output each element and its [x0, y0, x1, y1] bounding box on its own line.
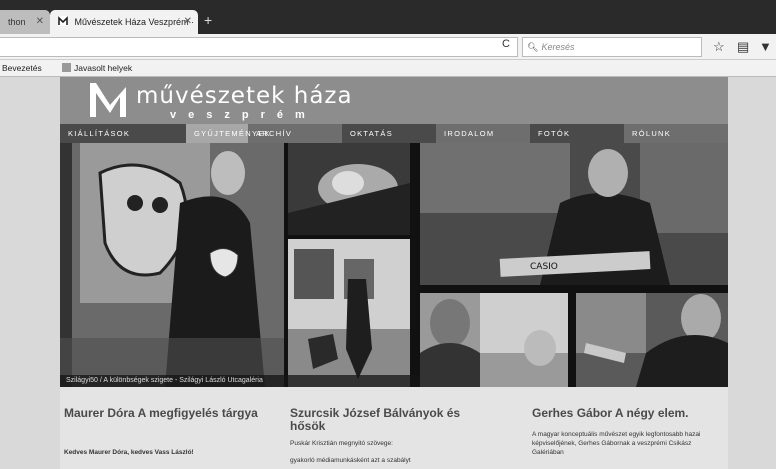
site-header: művészetek háza veszprém — [60, 77, 728, 124]
article-gerhes[interactable]: Gerhes Gábor A négy elem. A magyar konce… — [532, 407, 712, 457]
logo-title: művészetek háza — [136, 83, 353, 109]
url-bar[interactable] — [0, 37, 518, 57]
article-excerpt: Puskár Krisztián megnyitó szövege: — [290, 440, 393, 447]
bookmark-item[interactable]: Javasolt helyek — [62, 63, 132, 73]
page-content: művészetek háza veszprém KIÁLLÍTÁSOK GYŰ… — [0, 77, 776, 469]
search-placeholder: Keresés — [541, 42, 575, 52]
bookmark-star-icon[interactable]: ☆ — [713, 39, 725, 55]
photo-couple[interactable] — [420, 293, 568, 387]
tab-inactive[interactable]: thon ✕ — [0, 10, 50, 34]
menu-item-archiv[interactable]: ARCHÍV — [248, 124, 342, 143]
search-icon: 🔍︎ — [527, 42, 539, 52]
folder-icon — [62, 63, 71, 72]
menu-item-fotok[interactable]: FOTÓK — [530, 124, 624, 143]
search-input[interactable]: 🔍︎ Keresés — [522, 37, 702, 57]
photo-keyboard-player[interactable]: CASIO — [420, 143, 728, 285]
photo-grid: CASIO Szilágyi50 / A különbségek szigete… — [60, 143, 728, 387]
site-container: művészetek háza veszprém KIÁLLÍTÁSOK GYŰ… — [60, 77, 728, 469]
reload-icon[interactable]: C — [502, 38, 510, 50]
bookmark-item[interactable]: Bevezetés — [2, 63, 42, 73]
logo-icon[interactable] — [90, 83, 126, 117]
menu-item-gyujtemenyek[interactable]: GYŰJTEMÉNYEK — [186, 124, 270, 143]
browser-window: thon ✕ Művészetek Háza Veszprém · ✕ + C … — [0, 0, 776, 469]
article-maurer[interactable]: Maurer Dóra A megfigyelés tárgya Kedves … — [64, 407, 264, 457]
svg-text:CASIO: CASIO — [530, 262, 558, 272]
close-tab-icon[interactable]: ✕ — [184, 10, 192, 34]
photo-lying-man[interactable] — [288, 143, 410, 235]
tab-label: thon — [8, 17, 26, 27]
article-excerpt: A magyar konceptuális művészet egyik leg… — [532, 431, 701, 456]
pocket-icon[interactable]: ▼ — [759, 39, 772, 54]
new-tab-button[interactable]: + — [204, 12, 212, 28]
article-szurcsik[interactable]: Szurcsik József Bálványok és hősök Puská… — [290, 407, 490, 465]
article-title[interactable]: Szurcsik József Bálványok és hősök — [290, 407, 490, 433]
article-excerpt: Kedves Maurer Dóra, kedves Vass László! — [64, 449, 194, 456]
site-favicon-icon — [58, 11, 68, 26]
logo-subtitle: veszprém — [170, 109, 317, 121]
photo-caption: Szilágyi50 / A különbségek szigete - Szi… — [60, 375, 420, 387]
article-excerpt-2: gyakorló médiamunkásként azt a szabályt — [290, 457, 411, 464]
tab-label: Művészetek Háza Veszprém · — [74, 17, 195, 27]
tab-active[interactable]: Művészetek Háza Veszprém · ✕ — [50, 10, 198, 34]
bookmarks-menu-icon[interactable]: ▤ — [737, 39, 749, 55]
bookmarks-bar: Bevezetés Javasolt helyek — [0, 60, 776, 77]
article-title[interactable]: Maurer Dóra A megfigyelés tárgya — [64, 407, 264, 420]
photo-gallery-room[interactable] — [288, 239, 410, 387]
main-menu: KIÁLLÍTÁSOK GYŰJTEMÉNYEK ARCHÍV OKTATÁS … — [60, 124, 728, 143]
menu-item-rolunk[interactable]: RÓLUNK — [624, 124, 728, 143]
menu-item-irodalom[interactable]: IRODALOM — [436, 124, 530, 143]
article-title[interactable]: Gerhes Gábor A négy elem. — [532, 407, 712, 420]
tab-strip: thon ✕ Művészetek Háza Veszprém · ✕ + — [0, 0, 776, 34]
menu-item-kiallitasok[interactable]: KIÁLLÍTÁSOK — [60, 124, 186, 143]
menu-item-oktatas[interactable]: OKTATÁS — [342, 124, 436, 143]
photo-gesturing-man[interactable] — [576, 293, 728, 387]
navigation-bar: C 🔍︎ Keresés ☆ ▤ ▼ — [0, 34, 776, 60]
photo-portrait-mask[interactable] — [60, 143, 284, 387]
close-tab-icon[interactable]: ✕ — [36, 10, 44, 34]
